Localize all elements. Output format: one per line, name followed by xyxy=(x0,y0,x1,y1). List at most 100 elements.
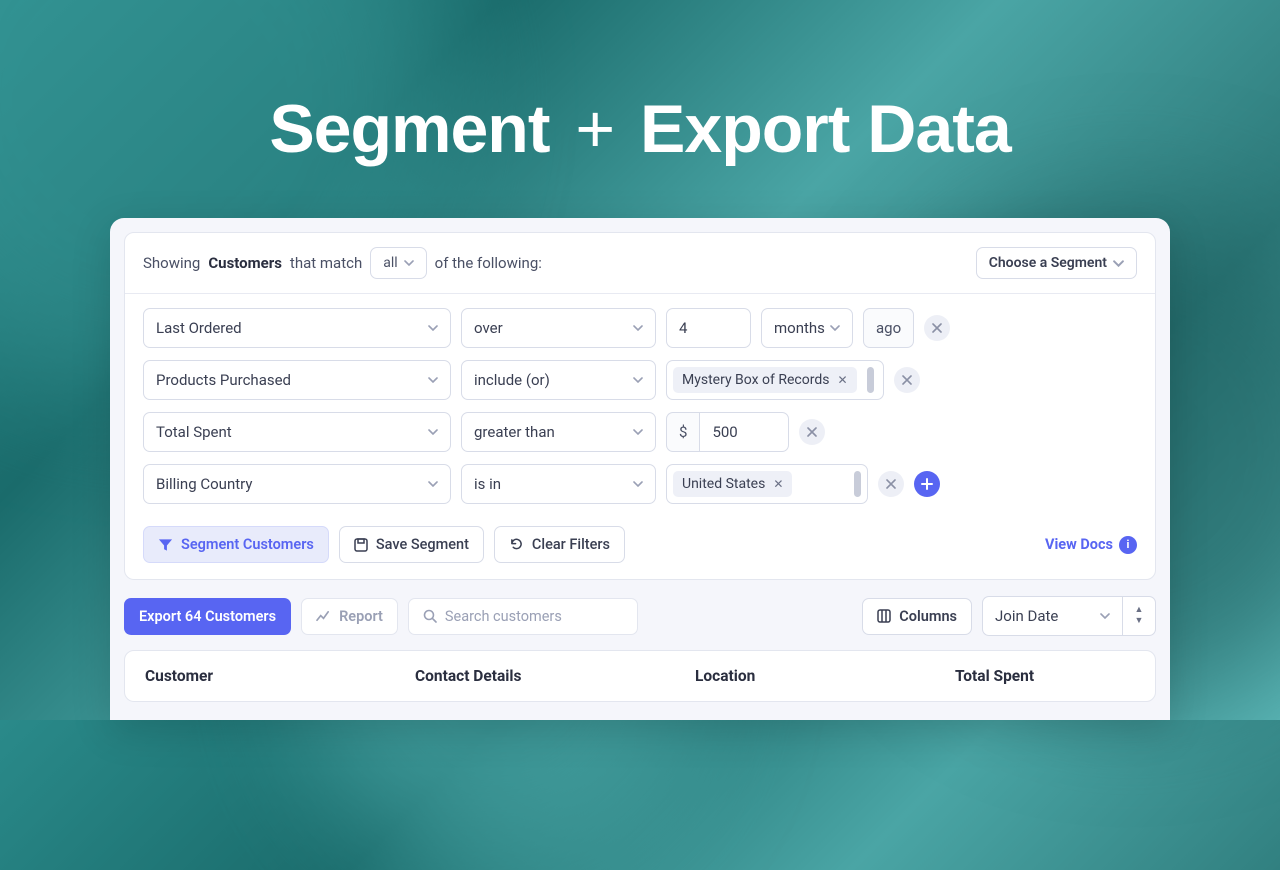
filter-header: Showing Customers that match all of the … xyxy=(125,233,1155,294)
sort-direction-toggle[interactable]: ▲ ▼ xyxy=(1122,596,1156,636)
money-value-input[interactable]: 500 xyxy=(699,412,789,452)
showing-prefix: Showing xyxy=(143,254,200,272)
filter-value-input[interactable]: 4 xyxy=(666,308,751,348)
view-docs-link[interactable]: View Docs i xyxy=(1045,536,1137,554)
filter-actions-left: Segment Customers Save Segment Clear Fil… xyxy=(143,526,625,563)
columns-label: Columns xyxy=(899,608,957,625)
filter-field-select[interactable]: Total Spent xyxy=(143,412,451,452)
remove-filter-button[interactable] xyxy=(799,419,825,445)
chevron-down-icon xyxy=(1113,260,1124,267)
filter-operator-label: over xyxy=(474,319,503,337)
filter-operator-select[interactable]: greater than xyxy=(461,412,656,452)
filter-value-text: 4 xyxy=(679,319,687,337)
filter-operator-select[interactable]: over xyxy=(461,308,656,348)
filter-body: Last Ordered over 4 months ago xyxy=(125,294,1155,526)
columns-icon xyxy=(877,609,891,623)
save-segment-label: Save Segment xyxy=(376,536,469,553)
filter-field-select[interactable]: Products Purchased xyxy=(143,360,451,400)
entity-name: Customers xyxy=(208,254,282,272)
match-mode-select[interactable]: all xyxy=(370,247,426,279)
filter-tag-label: United States xyxy=(682,476,765,492)
save-icon xyxy=(354,538,368,552)
column-header-location[interactable]: Location xyxy=(695,667,955,685)
chevron-down-icon xyxy=(830,325,840,331)
filter-operator-label: is in xyxy=(474,475,501,493)
filter-operator-label: include (or) xyxy=(474,371,550,389)
filter-row: Billing Country is in United States ✕ xyxy=(143,464,1137,504)
results-toolbar: Export 64 Customers Report Search custom… xyxy=(124,596,1156,636)
view-docs-label: View Docs xyxy=(1045,536,1113,553)
filter-tags-input[interactable]: Mystery Box of Records ✕ xyxy=(666,360,884,400)
results-table: Customer Contact Details Location Total … xyxy=(124,650,1156,702)
chart-icon xyxy=(316,610,331,623)
column-header-customer[interactable]: Customer xyxy=(145,667,415,685)
filter-row: Last Ordered over 4 months ago xyxy=(143,308,1137,348)
close-icon xyxy=(807,427,817,437)
chevron-down-icon xyxy=(1100,613,1110,619)
search-icon xyxy=(423,609,437,623)
search-input[interactable]: Search customers xyxy=(408,598,638,635)
close-icon xyxy=(886,479,896,489)
filter-unit-label: months xyxy=(774,319,825,337)
remove-tag-button[interactable]: ✕ xyxy=(773,477,783,491)
chevron-down-icon xyxy=(428,481,438,487)
save-segment-button[interactable]: Save Segment xyxy=(339,526,484,563)
filter-field-label: Last Ordered xyxy=(156,319,242,337)
report-button[interactable]: Report xyxy=(301,598,398,635)
filter-operator-select[interactable]: include (or) xyxy=(461,360,656,400)
clear-filters-button[interactable]: Clear Filters xyxy=(494,526,625,563)
segment-customers-label: Segment Customers xyxy=(181,536,314,553)
filter-tag-label: Mystery Box of Records xyxy=(682,372,829,388)
tag-scroll-thumb[interactable] xyxy=(854,471,861,497)
sort-up-icon: ▲ xyxy=(1135,606,1144,615)
clear-filters-label: Clear Filters xyxy=(532,536,610,553)
hero-plus: + xyxy=(575,91,614,167)
sort-group: Join Date ▲ ▼ xyxy=(982,596,1156,636)
search-placeholder: Search customers xyxy=(445,608,562,625)
filter-field-label: Products Purchased xyxy=(156,371,291,389)
chevron-down-icon xyxy=(633,429,643,435)
hero-part1: Segment xyxy=(269,91,549,167)
money-value-text: 500 xyxy=(712,423,737,441)
choose-segment-label: Choose a Segment xyxy=(989,255,1107,271)
filter-row: Total Spent greater than $ 500 xyxy=(143,412,1137,452)
column-header-spent[interactable]: Total Spent xyxy=(955,667,1135,685)
remove-filter-button[interactable] xyxy=(894,367,920,393)
main-panel: Showing Customers that match all of the … xyxy=(110,218,1170,720)
remove-filter-button[interactable] xyxy=(924,315,950,341)
filter-icon xyxy=(158,538,173,552)
segment-customers-button[interactable]: Segment Customers xyxy=(143,526,329,563)
currency-prefix: $ xyxy=(666,412,699,452)
filter-operator-select[interactable]: is in xyxy=(461,464,656,504)
column-header-contact[interactable]: Contact Details xyxy=(415,667,695,685)
add-filter-button[interactable] xyxy=(914,471,940,497)
plus-icon xyxy=(921,478,933,490)
toolbar-right: Columns Join Date ▲ ▼ xyxy=(862,596,1156,636)
remove-filter-button[interactable] xyxy=(878,471,904,497)
filter-tags-input[interactable]: United States ✕ xyxy=(666,464,868,504)
tag-scroll-thumb[interactable] xyxy=(867,367,874,393)
filter-field-select[interactable]: Billing Country xyxy=(143,464,451,504)
ago-text: ago xyxy=(876,319,901,337)
report-label: Report xyxy=(339,608,383,625)
choose-segment-button[interactable]: Choose a Segment xyxy=(976,247,1137,279)
chevron-down-icon xyxy=(633,325,643,331)
chevron-down-icon xyxy=(633,377,643,383)
sort-down-icon: ▼ xyxy=(1135,617,1144,626)
filter-actions: Segment Customers Save Segment Clear Fil… xyxy=(125,526,1155,579)
remove-tag-button[interactable]: ✕ xyxy=(837,373,847,387)
filter-row: Products Purchased include (or) Mystery … xyxy=(143,360,1137,400)
clear-icon xyxy=(509,538,524,551)
filter-field-select[interactable]: Last Ordered xyxy=(143,308,451,348)
filter-unit-select[interactable]: months xyxy=(761,308,853,348)
export-button[interactable]: Export 64 Customers xyxy=(124,598,291,635)
filter-card: Showing Customers that match all of the … xyxy=(124,232,1156,580)
sort-field-select[interactable]: Join Date xyxy=(982,596,1122,636)
export-label: Export 64 Customers xyxy=(139,608,276,625)
filter-tag: United States ✕ xyxy=(673,471,792,497)
chevron-down-icon xyxy=(404,260,414,266)
columns-button[interactable]: Columns xyxy=(862,598,972,635)
toolbar-left: Export 64 Customers Report Search custom… xyxy=(124,598,638,635)
currency-symbol: $ xyxy=(679,423,687,441)
hero-title: Segment + Export Data xyxy=(0,90,1280,168)
